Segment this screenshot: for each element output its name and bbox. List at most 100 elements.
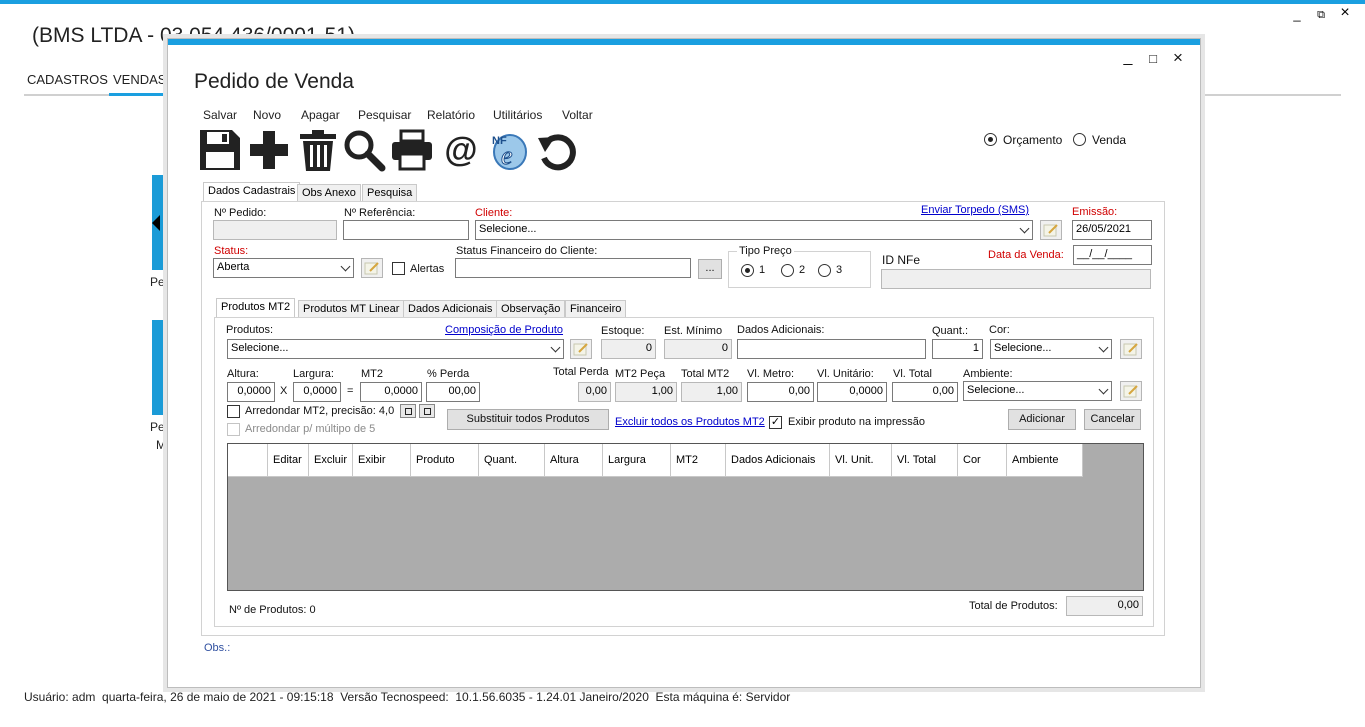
app-minimize-button[interactable]: _	[1287, 8, 1307, 22]
arredondar-mt2-checkbox[interactable]	[227, 405, 240, 418]
menu-pesquisar[interactable]: Pesquisar	[358, 108, 411, 122]
tipo-preco-radio-3[interactable]	[818, 264, 831, 277]
dados-adicionais-field[interactable]	[737, 339, 926, 359]
menu-relatorio[interactable]: Relatório	[427, 108, 475, 122]
tab-observacao[interactable]: Observação	[496, 300, 566, 318]
grid-header-vl-unit[interactable]: Vl. Unit.	[830, 444, 892, 477]
tab-produtos-mt-linear[interactable]: Produtos MT Linear	[298, 300, 405, 318]
id-nfe-field[interactable]	[881, 269, 1151, 289]
menu-utilitarios[interactable]: Utilitários	[493, 108, 542, 122]
toolbar-save[interactable]	[198, 127, 242, 173]
tipo-preco-radio-2[interactable]	[781, 264, 794, 277]
precisao-decrease-button[interactable]	[400, 404, 416, 418]
total-perda-field[interactable]: 0,00	[578, 382, 611, 402]
dialog-close-button[interactable]: ×	[1168, 48, 1188, 68]
vl-unitario-field[interactable]: 0,0000	[817, 382, 887, 402]
tab-financeiro[interactable]: Financeiro	[565, 300, 627, 318]
grid-header-editar[interactable]: Editar	[268, 444, 309, 477]
enviar-sms-link[interactable]: Enviar Torpedo (SMS)	[921, 204, 1029, 216]
vl-metro-field[interactable]: 0,00	[747, 382, 814, 402]
produtos-select[interactable]: Selecione...	[227, 339, 564, 359]
cliente-edit-button[interactable]	[1040, 220, 1062, 240]
menu-salvar[interactable]: Salvar	[203, 108, 237, 122]
estoque-field[interactable]: 0	[601, 339, 656, 359]
exibir-impressao-checkbox[interactable]: ✓	[769, 416, 782, 429]
tile-pedido[interactable]	[152, 175, 168, 270]
vl-total-field[interactable]: 0,00	[892, 382, 958, 402]
grid-header-dados-adicionais[interactable]: Dados Adicionais	[726, 444, 830, 477]
app-restore-button[interactable]: ⧉	[1311, 8, 1331, 22]
referencia-field[interactable]	[343, 220, 469, 240]
grid-header-ambiente[interactable]: Ambiente	[1007, 444, 1083, 477]
alertas-checkbox[interactable]	[392, 262, 405, 275]
menu-vendas[interactable]: VENDAS	[113, 72, 166, 87]
menu-cadastros[interactable]: CADASTROS	[27, 72, 108, 87]
precisao-increase-button[interactable]	[419, 404, 435, 418]
toolbar-new[interactable]	[247, 127, 291, 173]
cliente-select[interactable]: Selecione...	[475, 220, 1033, 240]
altura-field[interactable]: 0,0000	[227, 382, 275, 402]
total-produtos-field[interactable]: 0,00	[1066, 596, 1143, 616]
produtos-grid[interactable]: Editar Excluir Exibir Produto Quant. Alt…	[227, 443, 1144, 591]
mt2-peca-field[interactable]: 1,00	[615, 382, 677, 402]
cancelar-button[interactable]: Cancelar	[1084, 409, 1141, 430]
tab-dados-cadastrais[interactable]: Dados Cadastrais	[203, 182, 301, 202]
menu-novo[interactable]: Novo	[253, 108, 281, 122]
grid-header-mt2[interactable]: MT2	[671, 444, 726, 477]
tipo-preco-radio-1[interactable]	[741, 264, 754, 277]
menu-voltar[interactable]: Voltar	[562, 108, 593, 122]
radio-venda[interactable]	[1073, 133, 1086, 146]
total-mt2-field[interactable]: 1,00	[681, 382, 742, 402]
ambiente-select[interactable]: Selecione...	[963, 381, 1112, 401]
grid-header-cor[interactable]: Cor	[958, 444, 1007, 477]
produtos-edit-button[interactable]	[570, 339, 592, 359]
status-financeiro-ellipsis-button[interactable]: ...	[698, 259, 722, 279]
toolbar-email[interactable]: @	[439, 127, 483, 173]
emissao-field[interactable]: 26/05/2021	[1072, 220, 1152, 240]
mt2-field[interactable]: 0,0000	[360, 382, 422, 402]
alertas-label: Alertas	[410, 263, 445, 275]
est-minimo-field[interactable]: 0	[664, 339, 732, 359]
quant-field[interactable]: 1	[932, 339, 983, 359]
grid-header-largura[interactable]: Largura	[603, 444, 671, 477]
toolbar-print[interactable]	[390, 127, 434, 173]
grid-header-produto[interactable]: Produto	[411, 444, 479, 477]
toolbar-nfe[interactable]: NF e	[486, 127, 530, 173]
largura-field[interactable]: 0,0000	[293, 382, 341, 402]
grid-header-excluir[interactable]: Excluir	[309, 444, 353, 477]
status-edit-button[interactable]	[361, 258, 383, 278]
ambiente-edit-button[interactable]	[1120, 381, 1142, 401]
toolbar-delete[interactable]	[296, 127, 340, 173]
tile-pedido-mt2[interactable]	[152, 320, 168, 415]
tab-obs-anexo[interactable]: Obs Anexo	[297, 184, 361, 202]
pedido-field[interactable]	[213, 220, 337, 240]
edit-icon	[1123, 343, 1138, 356]
arredondar-multiplo-checkbox[interactable]	[227, 423, 240, 436]
grid-header-vl-total[interactable]: Vl. Total	[892, 444, 958, 477]
tab-produtos-mt2[interactable]: Produtos MT2	[216, 298, 296, 318]
menu-apagar[interactable]: Apagar	[301, 108, 340, 122]
radio-orcamento[interactable]	[984, 133, 997, 146]
dialog-minimize-button[interactable]: _	[1118, 49, 1138, 67]
data-venda-field[interactable]: __/__/____	[1073, 245, 1152, 265]
tab-pesquisa[interactable]: Pesquisa	[362, 184, 418, 202]
status-select[interactable]: Aberta	[213, 258, 354, 278]
grid-header-quant[interactable]: Quant.	[479, 444, 545, 477]
cor-edit-button[interactable]	[1120, 339, 1142, 359]
app-close-button[interactable]: ×	[1335, 5, 1355, 21]
excluir-produtos-link[interactable]: Excluir todos os Produtos MT2	[615, 416, 765, 428]
adicionar-button[interactable]: Adicionar	[1008, 409, 1076, 430]
edit-icon	[364, 262, 379, 275]
toolbar-search[interactable]	[342, 127, 386, 173]
tab-dados-adicionais[interactable]: Dados Adicionais	[403, 300, 498, 318]
toolbar-undo[interactable]	[535, 127, 579, 173]
perda-field[interactable]: 00,00	[426, 382, 480, 402]
composicao-produto-link[interactable]: Composição de Produto	[445, 324, 563, 336]
substituir-produtos-button[interactable]: Substituir todos Produtos	[447, 409, 609, 430]
cor-label: Cor:	[989, 324, 1010, 336]
status-financeiro-field[interactable]	[455, 258, 691, 278]
dialog-maximize-button[interactable]: □	[1143, 51, 1163, 66]
grid-header-altura[interactable]: Altura	[545, 444, 603, 477]
cor-select[interactable]: Selecione...	[990, 339, 1112, 359]
grid-header-exibir[interactable]: Exibir	[353, 444, 411, 477]
